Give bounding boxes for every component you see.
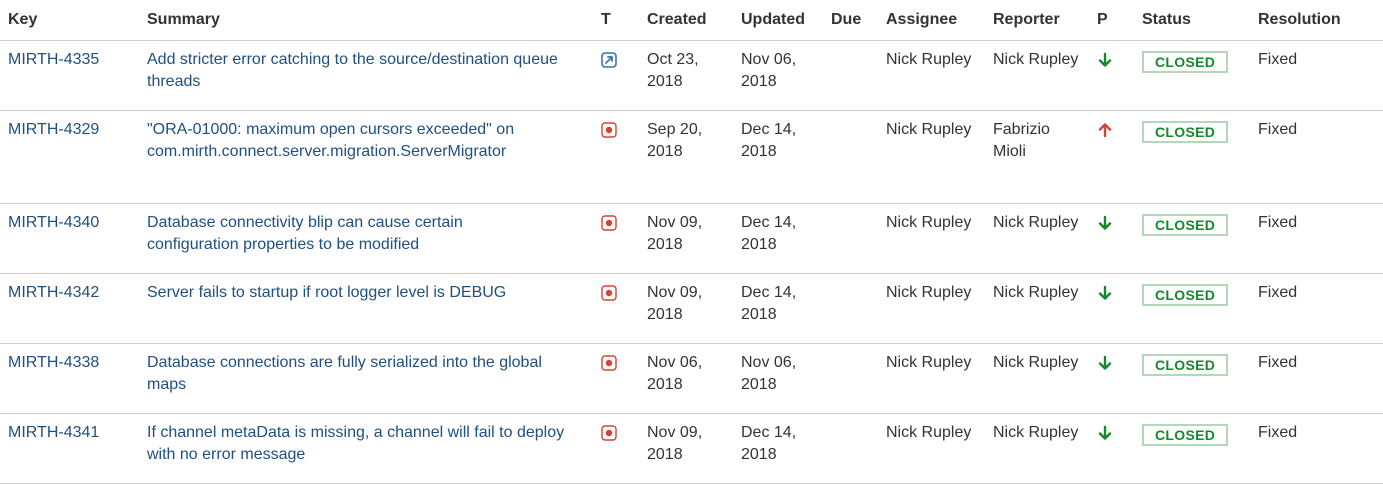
due-date [823,343,878,414]
arrow-up-icon [1098,123,1112,138]
updated-date: Dec 14, 2018 [733,413,823,484]
updated-date: Dec 14, 2018 [733,110,823,204]
updated-date: Dec 14, 2018 [733,203,823,274]
issue-key-link[interactable]: MIRTH-4342 [8,284,99,301]
column-header-summary[interactable]: Summary [139,0,593,41]
resolution-text: Fixed [1250,343,1383,414]
table-row: MIRTH-4340 Database connectivity blip ca… [0,203,1383,274]
status-badge: CLOSED [1142,354,1229,376]
due-date [823,273,878,344]
reporter-name: Fabrizio Mioli [985,110,1089,204]
assignee-name: Nick Rupley [878,273,985,344]
issue-key-link[interactable]: MIRTH-4338 [8,354,99,371]
created-date: Nov 09, 2018 [639,413,733,484]
issue-summary-link[interactable]: If channel metaData is missing, a channe… [147,422,585,466]
issue-key-link[interactable]: MIRTH-4340 [8,214,99,231]
resolution-text: Fixed [1250,203,1383,274]
created-date: Nov 09, 2018 [639,273,733,344]
table-row: MIRTH-4335 Add stricter error catching t… [0,40,1383,111]
updated-date: Nov 06, 2018 [733,343,823,414]
arrow-down-icon [1098,215,1112,230]
created-date: Nov 06, 2018 [639,343,733,414]
updated-date: Nov 06, 2018 [733,40,823,111]
issues-table: Key Summary T Created Updated Due Assign… [0,0,1383,484]
updated-date: Dec 14, 2018 [733,273,823,344]
resolution-text: Fixed [1250,413,1383,484]
bug-icon [601,285,617,301]
issue-summary-link[interactable]: Add stricter error catching to the sourc… [147,49,585,93]
column-header-priority[interactable]: P [1089,0,1134,41]
column-header-resolution[interactable]: Resolution [1250,0,1383,41]
table-row: MIRTH-4342 Server fails to startup if ro… [0,273,1383,344]
reporter-name: Nick Rupley [985,343,1089,414]
bug-icon [601,425,617,441]
due-date [823,110,878,204]
assignee-name: Nick Rupley [878,413,985,484]
status-badge: CLOSED [1142,51,1229,73]
arrow-down-icon [1098,425,1112,440]
resolution-text: Fixed [1250,40,1383,111]
bug-icon [601,215,617,231]
reporter-name: Nick Rupley [985,413,1089,484]
due-date [823,40,878,111]
status-badge: CLOSED [1142,214,1229,236]
resolution-text: Fixed [1250,273,1383,344]
reporter-name: Nick Rupley [985,40,1089,111]
due-date [823,413,878,484]
issue-summary-link[interactable]: Database connectivity blip can cause cer… [147,212,547,256]
status-badge: CLOSED [1142,284,1229,306]
arrow-down-icon [1098,355,1112,370]
assignee-name: Nick Rupley [878,203,985,274]
arrow-down-icon [1098,285,1112,300]
status-badge: CLOSED [1142,424,1229,446]
reporter-name: Nick Rupley [985,273,1089,344]
column-header-type[interactable]: T [593,0,639,41]
assignee-name: Nick Rupley [878,110,985,204]
table-row: MIRTH-4329 "ORA-01000: maximum open curs… [0,110,1383,204]
arrow-down-icon [1098,52,1112,67]
issue-summary-link[interactable]: Database connections are fully serialize… [147,352,572,396]
created-date: Sep 20, 2018 [639,110,733,204]
assignee-name: Nick Rupley [878,343,985,414]
column-header-reporter[interactable]: Reporter [985,0,1089,41]
column-header-due[interactable]: Due [823,0,878,41]
resolution-text: Fixed [1250,110,1383,204]
improvement-icon [601,52,617,68]
issue-key-link[interactable]: MIRTH-4329 [8,121,99,138]
column-header-assignee[interactable]: Assignee [878,0,985,41]
column-header-updated[interactable]: Updated [733,0,823,41]
column-header-key[interactable]: Key [0,0,139,41]
issue-key-link[interactable]: MIRTH-4341 [8,424,99,441]
reporter-name: Nick Rupley [985,203,1089,274]
created-date: Nov 09, 2018 [639,203,733,274]
due-date [823,203,878,274]
status-badge: CLOSED [1142,121,1229,143]
bug-icon [601,355,617,371]
bug-icon [601,122,617,138]
issue-summary-link[interactable]: "ORA-01000: maximum open cursors exceede… [147,119,577,163]
table-header-row: Key Summary T Created Updated Due Assign… [0,0,1383,41]
assignee-name: Nick Rupley [878,40,985,111]
issue-summary-link[interactable]: Server fails to startup if root logger l… [147,282,585,304]
column-header-created[interactable]: Created [639,0,733,41]
created-date: Oct 23, 2018 [639,40,733,111]
table-row: MIRTH-4338 Database connections are full… [0,343,1383,414]
column-header-status[interactable]: Status [1134,0,1250,41]
table-row: MIRTH-4341 If channel metaData is missin… [0,413,1383,484]
issue-key-link[interactable]: MIRTH-4335 [8,51,99,68]
